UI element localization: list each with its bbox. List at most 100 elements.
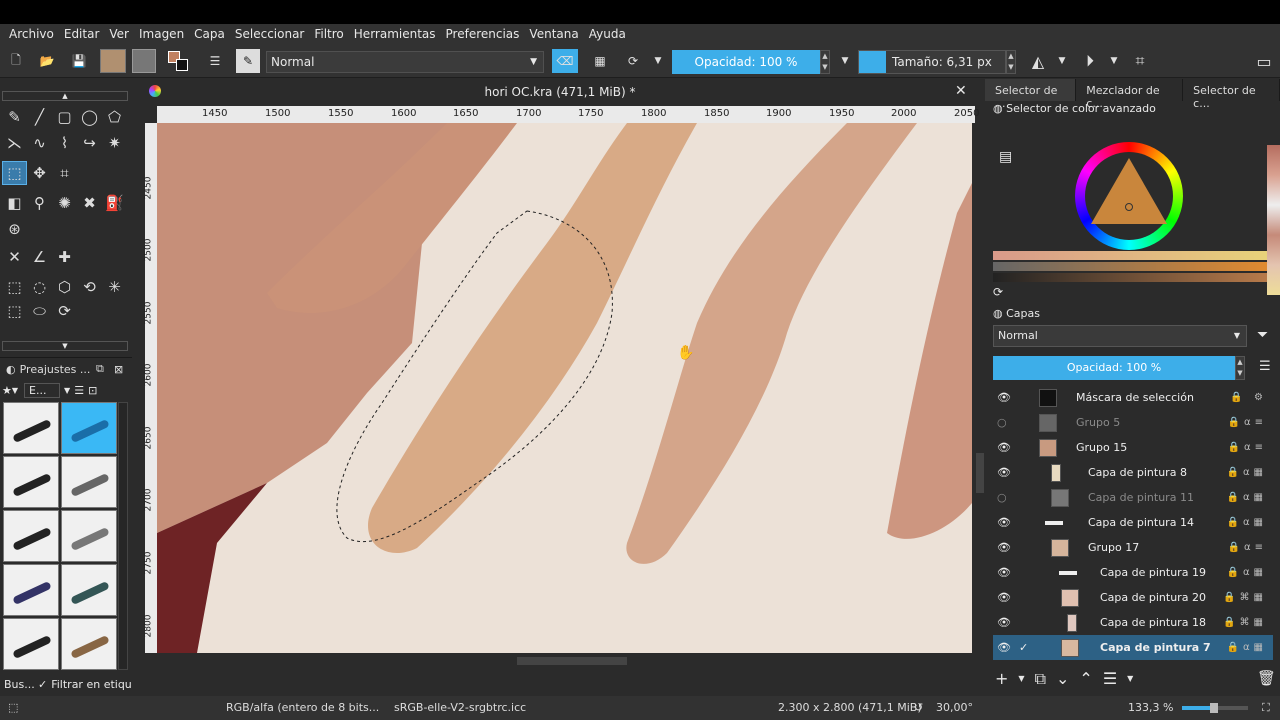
color-slider-3[interactable] <box>993 273 1267 282</box>
brush-preset-8[interactable] <box>61 564 117 616</box>
tag-select[interactable]: E... <box>24 382 61 398</box>
visibility-icon[interactable]: 👁 <box>997 616 1011 629</box>
layer-opacity-slider[interactable]: Opacidad: 100 % <box>993 356 1235 380</box>
pattern-swatch[interactable] <box>132 49 156 73</box>
layer-lock-icon[interactable]: 🔒α≡ <box>1228 417 1267 428</box>
menu-preferencias[interactable]: Preferencias <box>441 27 525 41</box>
visibility-icon[interactable]: 👁 <box>997 466 1011 479</box>
similar-select-icon[interactable]: ⬚ <box>2 299 27 323</box>
menu-imagen[interactable]: Imagen <box>134 27 189 41</box>
visibility-icon[interactable]: 👁 <box>997 391 1011 404</box>
freehand-path-icon[interactable]: ⌇ <box>52 131 77 155</box>
zoom-slider[interactable] <box>1182 703 1248 713</box>
layer-row-selected[interactable]: 👁 ✓ Capa de pintura 7 🔒α▦ <box>993 635 1273 660</box>
import-icon[interactable]: ⊡ <box>88 384 97 397</box>
preserve-alpha-icon[interactable]: ▦ <box>588 49 612 73</box>
layer-row[interactable]: 👁 Capa de pintura 19 🔒α▦ <box>993 560 1273 585</box>
visibility-icon[interactable]: 👁 <box>997 566 1011 579</box>
fill-tool-icon[interactable]: ⛽ <box>102 191 127 215</box>
reference-tool-icon[interactable]: ✚ <box>52 245 77 269</box>
layer-options-icon[interactable]: ☰ <box>1259 359 1271 374</box>
toolbox-scroll-down[interactable]: ▼ <box>2 341 128 351</box>
freehand-select-icon[interactable]: ⟲ <box>77 275 102 299</box>
rotation-icon[interactable]: ↺ <box>914 696 923 720</box>
brush-preset-4[interactable] <box>61 456 117 508</box>
brush-preset-9[interactable] <box>3 618 59 670</box>
line-tool-icon[interactable]: ╱ <box>27 105 52 129</box>
recent-colors-strip[interactable] <box>1267 145 1280 295</box>
visibility-icon[interactable]: 👁 <box>997 541 1011 554</box>
toolbox-scroll-up[interactable]: ▲ <box>2 91 128 101</box>
size-spinner[interactable]: ▲ ▼ <box>1006 50 1016 74</box>
layer-opacity-spinner[interactable]: ▲ ▼ <box>1235 356 1245 380</box>
layer-row[interactable]: 👁 Grupo 15 🔒α≡ <box>993 435 1273 460</box>
menu-archivo[interactable]: Archivo <box>4 27 59 41</box>
layer-row[interactable]: 👁 Grupo 17 🔒α≡ <box>993 535 1273 560</box>
layer-blend-select[interactable]: Normal ▼ <box>993 325 1247 347</box>
visibility-icon[interactable]: 👁 <box>997 641 1011 654</box>
visibility-icon[interactable]: 👁 <box>997 516 1011 529</box>
refresh-icon[interactable]: ⟳ <box>993 285 1003 299</box>
measure-tool-icon[interactable]: ∠ <box>27 245 52 269</box>
filter-checkbox[interactable]: ✓ <box>38 678 47 691</box>
layer-lock-icon[interactable]: 🔒⌘▦ <box>1223 592 1267 603</box>
mirror-vertical-icon[interactable]: ⏵ <box>1078 49 1102 73</box>
layer-lock-icon[interactable]: 🔒 ⚙ <box>1230 392 1267 403</box>
hsv-color-wheel[interactable] <box>1075 142 1183 250</box>
rectangle-tool-icon[interactable]: ▢ <box>52 105 77 129</box>
mirror-v-dropdown-icon[interactable]: ▼ <box>1108 49 1120 73</box>
brush-size-slider[interactable]: Tamaño: 6,31 px <box>858 50 1006 74</box>
horizontal-scrollbar[interactable] <box>157 655 975 667</box>
layer-lock-icon[interactable]: 🔒α≡ <box>1228 442 1267 453</box>
close-panel-icon[interactable]: ⊠ <box>114 363 123 376</box>
brush-preset-1[interactable] <box>3 402 59 454</box>
move-down-icon[interactable]: ⌄ <box>1056 669 1069 689</box>
brush-preset-5[interactable] <box>3 510 59 562</box>
layer-row[interactable]: 👁 Capa de pintura 20 🔒⌘▦ <box>993 585 1273 610</box>
search-input[interactable]: Bus... <box>4 678 35 691</box>
mirror-h-dropdown-icon[interactable]: ▼ <box>1056 49 1068 73</box>
menu-seleccionar[interactable]: Seleccionar <box>230 27 309 41</box>
dynamic-brush-icon[interactable]: ↪ <box>77 131 102 155</box>
menu-filtro[interactable]: Filtro <box>309 27 348 41</box>
panel-toggle-icon[interactable]: ▭ <box>1252 49 1276 73</box>
opacity-dropdown-icon[interactable]: ▼ <box>838 49 852 73</box>
magnetic-select-icon[interactable]: ⟳ <box>52 299 77 323</box>
layer-row[interactable]: ○ Grupo 5 🔒α≡ <box>993 410 1273 435</box>
visibility-icon[interactable]: 👁 <box>997 591 1011 604</box>
tab-mixer[interactable]: Mezclador de c... <box>1076 79 1184 110</box>
open-file-icon[interactable]: 📂 <box>36 49 58 73</box>
reload-preset-icon[interactable]: ⟳ <box>620 49 646 73</box>
brush-preset-icon[interactable]: ✎ <box>236 49 260 73</box>
polygon-select-icon[interactable]: ⬡ <box>52 275 77 299</box>
magic-wand-icon[interactable]: ✳ <box>102 275 127 299</box>
move-tool-icon[interactable]: ✥ <box>27 161 52 185</box>
color-space-label[interactable]: RGB/alfa (entero de 8 bits... <box>226 696 379 720</box>
rect-select-icon[interactable]: ⬚ <box>2 275 27 299</box>
layer-row[interactable]: ○ Capa de pintura 11 🔒α▦ <box>993 485 1273 510</box>
layer-lock-icon[interactable]: 🔒α▦ <box>1227 517 1268 528</box>
layer-lock-icon[interactable]: 🔒α▦ <box>1227 492 1268 503</box>
layer-properties-icon[interactable]: ☰ <box>1103 669 1117 689</box>
color-picker-icon[interactable]: ⚲ <box>27 191 52 215</box>
reload-dropdown-icon[interactable]: ▼ <box>652 49 664 73</box>
visibility-icon[interactable]: 👁 <box>997 441 1011 454</box>
brush-preset-2[interactable] <box>61 402 117 454</box>
color-settings-icon[interactable]: ▤ <box>999 149 1012 165</box>
layer-filter-icon[interactable]: ⏷ <box>1257 327 1268 343</box>
visibility-icon[interactable]: ○ <box>997 491 1011 504</box>
star-icon[interactable]: ★ <box>2 384 12 397</box>
layer-row[interactable]: 👁 Capa de pintura 18 🔒⌘▦ <box>993 610 1273 635</box>
menu-editar[interactable]: Editar <box>59 27 105 41</box>
assistant-tool-icon[interactable]: ⊛ <box>2 217 27 241</box>
transform-tool-icon[interactable]: ⬚ <box>2 161 27 185</box>
view-menu-icon[interactable]: ☰ <box>74 384 84 397</box>
gradient-swatch[interactable] <box>100 49 126 73</box>
layer-row[interactable]: 👁 Capa de pintura 14 🔒α▦ <box>993 510 1273 535</box>
layer-lock-icon[interactable]: 🔒α▦ <box>1227 467 1268 478</box>
blend-mode-select[interactable]: Normal ▼ <box>266 51 544 73</box>
bezier-tool-icon[interactable]: ∿ <box>27 131 52 155</box>
colorize-mask-icon[interactable]: ✖ <box>77 191 102 215</box>
fg-bg-color-icon[interactable] <box>166 49 190 73</box>
freehand-brush-icon[interactable]: ✎ <box>2 105 27 129</box>
